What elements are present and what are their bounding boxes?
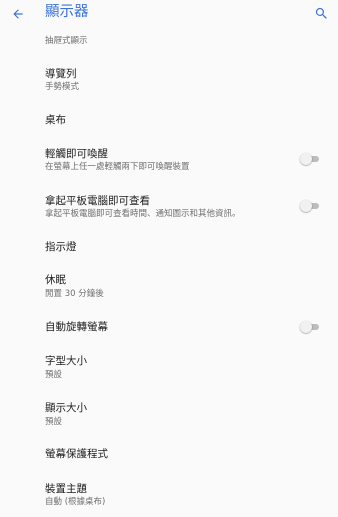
settings-item-font-size[interactable]: 字型大小 預設 <box>0 347 338 387</box>
settings-item-title: 指示燈 <box>45 241 77 253</box>
settings-item-title: 字型大小 <box>45 355 87 367</box>
settings-item-subtitle: 自動 (根據桌布) <box>45 497 106 507</box>
settings-item-title: 螢幕保護程式 <box>45 448 108 460</box>
settings-item-navigation-bar[interactable]: 導覽列 手勢模式 <box>0 60 338 100</box>
settings-item-tap-to-wake[interactable]: 輕觸即可喚醒 在螢幕上任一處輕觸兩下即可喚醒裝置 <box>0 140 338 180</box>
settings-item-screen-saver[interactable]: 螢幕保護程式 <box>0 440 338 480</box>
page-title: 顯示器 <box>45 4 89 20</box>
settings-item-subtitle: 在螢幕上任一處輕觸兩下即可喚醒裝置 <box>45 162 190 172</box>
settings-item-title: 拿起平板電腦即可查看 <box>45 195 150 207</box>
toggle-thumb <box>300 200 312 212</box>
settings-item-subtitle: 抽屜式顯示 <box>45 36 88 46</box>
settings-item-lift-to-check[interactable]: 拿起平板電腦即可查看 拿起平板電腦即可查看時間、通知圖示和其他資訊。 <box>0 187 338 227</box>
settings-item-device-theme[interactable]: 裝置主題 自動 (根據桌布) <box>0 475 338 515</box>
settings-item-subtitle: 閒置 30 分鐘後 <box>45 289 104 299</box>
display-settings-screen: 抽屜式顯示 導覽列 手勢模式 桌布 輕觸即可喚醒 在螢幕上任一處輕觸兩下即可喚醒… <box>0 0 338 517</box>
search-button[interactable] <box>310 2 332 24</box>
settings-item-title: 桌布 <box>45 114 66 126</box>
settings-item-title: 導覽列 <box>45 68 77 80</box>
settings-item-title: 休眠 <box>45 274 66 286</box>
toggle-thumb <box>300 321 312 333</box>
settings-item-subtitle: 拿起平板電腦即可查看時間、通知圖示和其他資訊。 <box>45 209 241 219</box>
settings-item-wallpaper[interactable]: 桌布 <box>0 105 338 145</box>
settings-item-subtitle: 手勢模式 <box>45 82 80 92</box>
settings-list: 抽屜式顯示 導覽列 手勢模式 桌布 輕觸即可喚醒 在螢幕上任一處輕觸兩下即可喚醒… <box>0 0 338 517</box>
settings-item-title: 顯示大小 <box>45 402 87 414</box>
settings-item-title: 裝置主題 <box>45 483 87 495</box>
auto-rotate-toggle[interactable] <box>300 321 321 333</box>
toggle-thumb <box>300 153 312 165</box>
settings-item-title: 輕觸即可喚醒 <box>45 148 108 160</box>
settings-item-title: 自動旋轉螢幕 <box>45 321 108 333</box>
settings-item-subtitle: 預設 <box>45 370 63 380</box>
tap-to-wake-toggle[interactable] <box>300 153 321 165</box>
search-icon <box>314 6 329 21</box>
back-button[interactable] <box>7 2 29 24</box>
app-bar: 顯示器 <box>0 0 338 28</box>
settings-item-sleep[interactable]: 休眠 閒置 30 分鐘後 <box>0 266 338 306</box>
arrow-back-icon <box>11 6 25 20</box>
settings-item-display-size[interactable]: 顯示大小 預設 <box>0 394 338 434</box>
lift-to-check-toggle[interactable] <box>300 200 321 212</box>
settings-item-subtitle: 預設 <box>45 417 63 427</box>
